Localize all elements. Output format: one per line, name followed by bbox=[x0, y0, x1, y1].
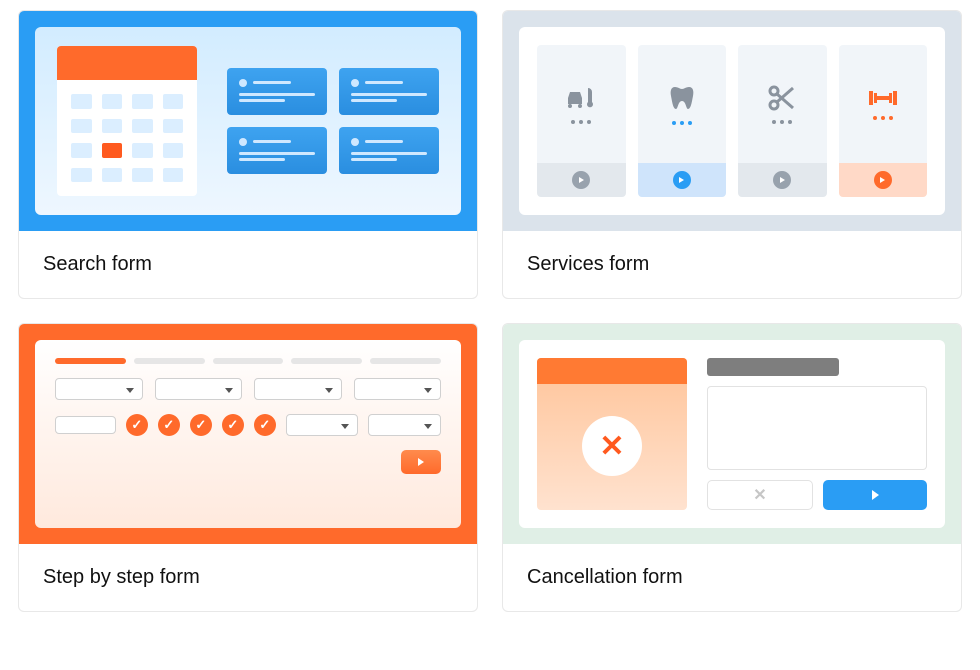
card-title: Services form bbox=[503, 231, 961, 298]
template-grid: Search form bbox=[0, 0, 980, 622]
select-field bbox=[368, 414, 441, 436]
search-results-grid bbox=[227, 68, 439, 174]
step-preview: ✓ ✓ ✓ ✓ ✓ bbox=[19, 324, 477, 544]
search-result-card bbox=[339, 127, 439, 174]
search-result-card bbox=[227, 68, 327, 115]
search-result-card bbox=[339, 68, 439, 115]
text-field bbox=[55, 416, 116, 434]
chevron-right-icon bbox=[418, 458, 424, 466]
confirm-button bbox=[823, 480, 927, 510]
cancel-form-fields: ✕ bbox=[707, 358, 927, 510]
card-cancellation-form[interactable]: ✕ ✕ Cancellation form bbox=[502, 323, 962, 612]
services-preview-inner bbox=[519, 27, 945, 215]
select-field bbox=[55, 378, 143, 400]
check-icon: ✓ bbox=[158, 414, 180, 436]
clock-icon bbox=[239, 138, 247, 146]
dumbbell-icon bbox=[866, 88, 900, 108]
check-icon: ✓ bbox=[222, 414, 244, 436]
clock-icon bbox=[239, 79, 247, 87]
search-preview-inner bbox=[35, 27, 461, 215]
calendar-icon bbox=[57, 46, 197, 196]
service-item-car bbox=[537, 45, 626, 197]
progress-bar bbox=[55, 358, 441, 364]
card-step-form[interactable]: ✓ ✓ ✓ ✓ ✓ Step by step form bbox=[18, 323, 478, 612]
clock-icon bbox=[351, 138, 359, 146]
tooth-icon bbox=[667, 83, 697, 113]
cancel-panel: ✕ bbox=[537, 358, 687, 510]
cancel-button: ✕ bbox=[707, 480, 813, 510]
car-wrench-icon bbox=[564, 84, 598, 112]
card-services-form[interactable]: Services form bbox=[502, 10, 962, 299]
chevron-right-icon bbox=[673, 171, 691, 189]
check-icon: ✓ bbox=[190, 414, 212, 436]
chevron-right-icon bbox=[773, 171, 791, 189]
chevron-right-icon bbox=[572, 171, 590, 189]
cancel-preview: ✕ ✕ bbox=[503, 324, 961, 544]
options-row: ✓ ✓ ✓ ✓ ✓ bbox=[55, 414, 441, 436]
service-item-tooth bbox=[638, 45, 727, 197]
search-preview bbox=[19, 11, 477, 231]
services-preview bbox=[503, 11, 961, 231]
reason-textarea bbox=[707, 386, 927, 470]
close-icon: ✕ bbox=[582, 416, 642, 476]
card-title: Step by step form bbox=[19, 544, 477, 611]
close-icon: ✕ bbox=[753, 485, 766, 505]
next-button bbox=[401, 450, 441, 474]
card-search-form[interactable]: Search form bbox=[18, 10, 478, 299]
select-field bbox=[155, 378, 243, 400]
action-row: ✕ bbox=[707, 480, 927, 510]
cancel-preview-inner: ✕ ✕ bbox=[519, 340, 945, 528]
scissors-icon bbox=[767, 84, 797, 112]
chevron-right-icon bbox=[874, 171, 892, 189]
check-icon: ✓ bbox=[126, 414, 148, 436]
search-result-card bbox=[227, 127, 327, 174]
card-title: Cancellation form bbox=[503, 544, 961, 611]
check-icon: ✓ bbox=[254, 414, 276, 436]
step-preview-inner: ✓ ✓ ✓ ✓ ✓ bbox=[35, 340, 461, 528]
select-field bbox=[286, 414, 359, 436]
select-field bbox=[354, 378, 442, 400]
select-row bbox=[55, 378, 441, 400]
service-item-scissors bbox=[738, 45, 827, 197]
select-field bbox=[254, 378, 342, 400]
service-item-dumbbell bbox=[839, 45, 928, 197]
clock-icon bbox=[351, 79, 359, 87]
card-title: Search form bbox=[19, 231, 477, 298]
chevron-right-icon bbox=[872, 490, 879, 500]
form-heading-placeholder bbox=[707, 358, 839, 376]
